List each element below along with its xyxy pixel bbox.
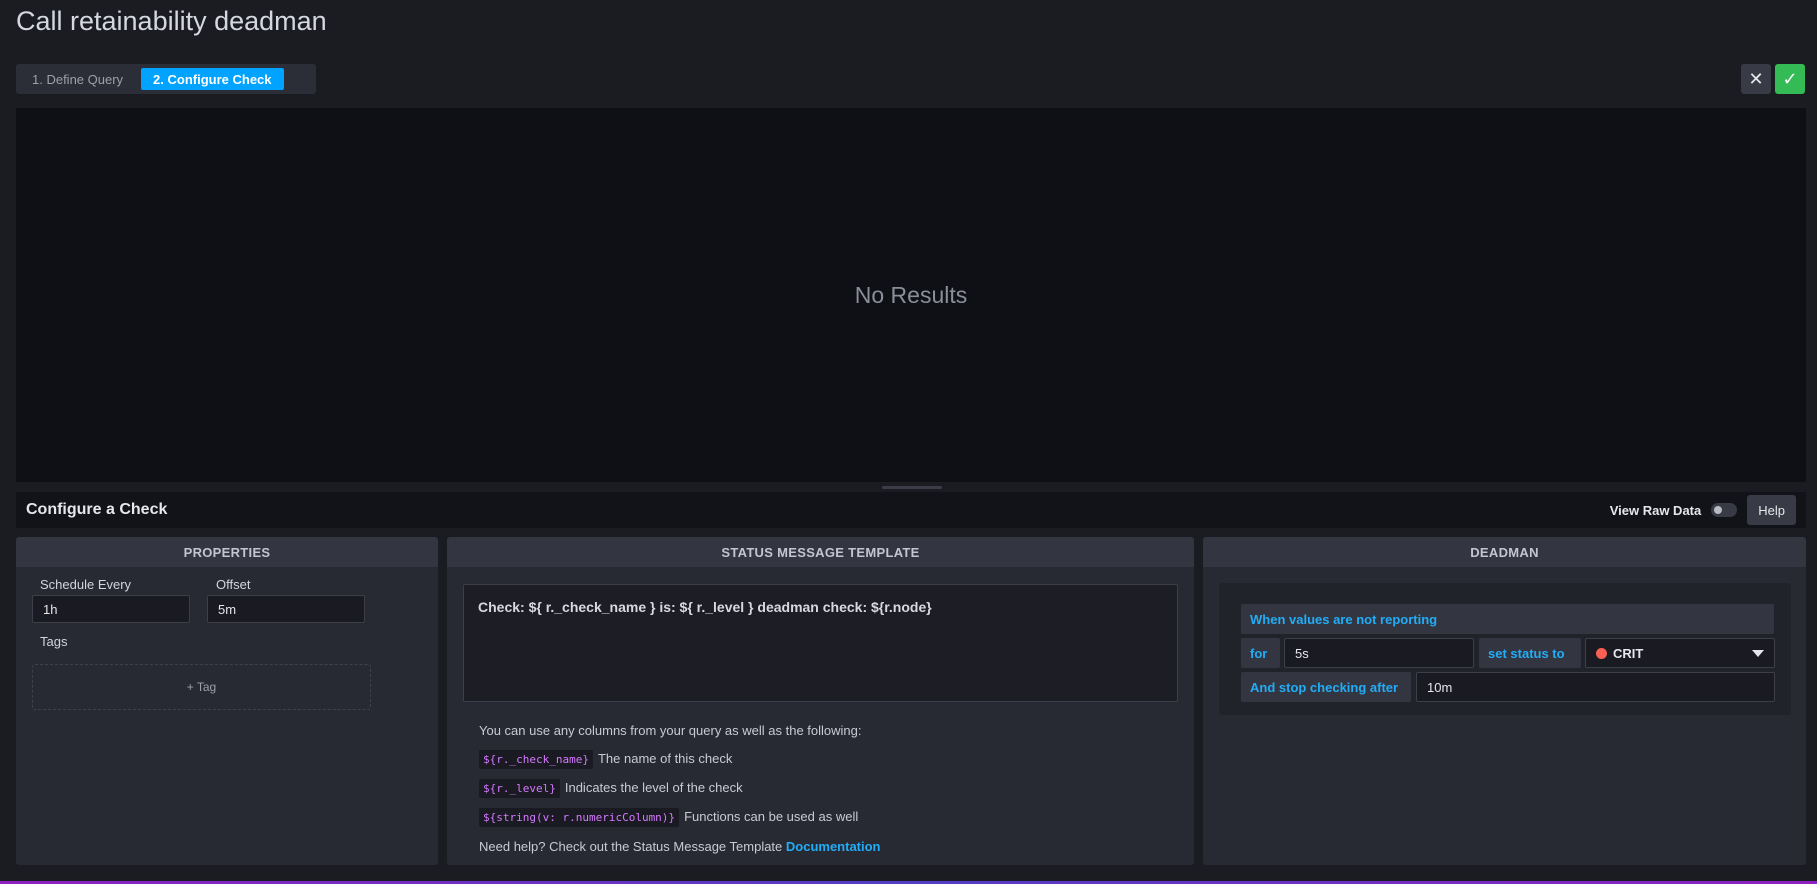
results-panel: No Results [16,108,1806,482]
cancel-button[interactable]: ✕ [1741,64,1771,94]
stop-checking-input[interactable]: 10m [1416,672,1775,702]
template-help-prefix: Need help? Check out the Status Message … [479,839,786,854]
toggle-knob [1714,506,1723,514]
page-title: Call retainability deadman [16,6,327,36]
tab-define-query[interactable]: 1. Define Query [20,68,135,90]
template-var-desc: The name of this check [597,751,733,766]
confirm-button[interactable]: ✓ [1775,64,1805,94]
view-raw-data-label: View Raw Data [1609,502,1702,518]
deadman-panel: DEADMAN When values are not reporting fo… [1203,537,1806,865]
template-textarea[interactable]: Check: ${ r._check_name } is: ${ r._leve… [463,584,1178,702]
for-label: for [1241,638,1280,668]
crit-dot-icon [1596,647,1607,659]
documentation-link[interactable]: Documentation [786,839,881,854]
config-title: Configure a Check [26,501,168,518]
status-template-header: STATUS MESSAGE TEMPLATE [447,537,1194,567]
template-help-intro: You can use any columns from your query … [479,723,862,738]
caret-down-icon [1752,649,1764,657]
deadman-condition-box: When values are not reporting for 5s set… [1219,583,1791,715]
help-button[interactable]: Help [1747,495,1796,525]
deadman-header: DEADMAN [1203,537,1806,567]
template-var-desc: Indicates the level of the check [564,780,743,795]
config-header: Configure a Check View Raw Data Help [16,492,1806,528]
stop-checking-label: And stop checking after [1241,672,1411,702]
properties-header: PROPERTIES [16,537,438,567]
view-raw-data-toggle[interactable] [1711,503,1738,517]
template-help-footer: Need help? Check out the Status Message … [479,839,881,854]
template-var-code: ${r._level} [479,779,560,798]
check-icon: ✓ [1782,68,1798,89]
status-template-panel: STATUS MESSAGE TEMPLATE Check: ${ r._che… [447,537,1194,865]
status-level-value: CRIT [1613,645,1644,661]
for-duration-input[interactable]: 5s [1284,638,1474,668]
template-var-row: ${r._check_name} The name of this check [479,750,733,769]
offset-label: Offset [216,577,251,592]
no-results-text: No Results [854,281,968,308]
config-header-actions: View Raw Data Help [1610,495,1796,525]
resize-handle[interactable] [882,486,942,489]
top-actions: ✕ ✓ [1741,64,1805,94]
add-tag-button[interactable]: + Tag [32,664,371,710]
template-var-code: ${r._check_name} [479,750,593,769]
tags-label: Tags [40,634,68,649]
template-var-code: ${string(v: r.numericColumn)} [479,808,680,827]
schedule-label: Schedule Every [40,577,132,592]
close-icon: ✕ [1748,68,1764,89]
step-tabs: 1. Define Query 2. Configure Check [16,64,316,94]
template-var-row: ${r._level} Indicates the level of the ch… [479,779,743,798]
template-var-row: ${string(v: r.numericColumn)} Functions c… [479,808,859,827]
offset-input[interactable]: 5m [207,595,365,623]
tab-configure-check[interactable]: 2. Configure Check [141,68,284,90]
when-not-reporting-label: When values are not reporting [1241,604,1774,634]
properties-panel: PROPERTIES Schedule Every 1h Offset 5m T… [16,537,438,865]
set-status-label: set status to [1479,638,1581,668]
template-var-desc: Functions can be used as well [684,809,859,824]
schedule-input[interactable]: 1h [32,595,190,623]
status-level-select[interactable]: CRIT [1585,638,1775,668]
